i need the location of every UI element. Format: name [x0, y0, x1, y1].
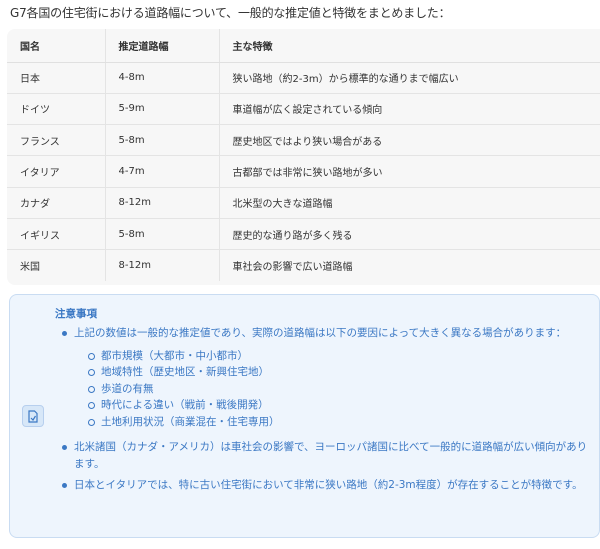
width-cell: 4-8m: [104, 62, 219, 94]
factor-item: 時代による違い（戦前・戦後開発）: [55, 397, 590, 414]
document-icon: [22, 405, 44, 427]
feature-cell: 狭い路地（約2-3m）から標準的な通りまで幅広い: [218, 62, 600, 94]
factor-item: 都市規模（大都市・中小都市）: [55, 348, 590, 365]
width-cell: 4-7m: [104, 155, 219, 188]
width-cell: 5-8m: [104, 218, 219, 251]
table-row: イギリス 5-8m 歴史的な通り路が多く残る: [7, 218, 600, 251]
feature-cell: 車社会の影響で広い道路幅: [218, 249, 600, 282]
table-row: カナダ 8-12m 北米型の大きな道路幅: [7, 187, 600, 219]
list-item: 日本とイタリアでは、特に古い住宅街において非常に狭い路地（約2-3m程度）が存在…: [55, 477, 590, 494]
column-header-features: 主な特徴: [218, 29, 600, 63]
factor-item: 地域特性（歴史地区・新興住宅地）: [55, 364, 590, 381]
table-row: ドイツ 5-9m 車道幅が広く設定されている傾向: [7, 93, 600, 126]
table-row: フランス 5-8m 歴史地区ではより狭い場合がある: [7, 124, 600, 157]
factor-list: 都市規模（大都市・中小都市） 地域特性（歴史地区・新興住宅地） 歩道の有無 時代…: [55, 348, 590, 431]
feature-cell: 車道幅が広く設定されている傾向: [218, 93, 600, 126]
country-cell: 日本: [7, 62, 105, 94]
factor-item: 土地利用状況（商業混在・住宅専用）: [55, 414, 590, 431]
width-cell: 8-12m: [104, 187, 219, 219]
width-cell: 5-9m: [104, 93, 219, 126]
list-item: 上記の数値は一般的な推定値であり、実際の道路幅は以下の要因によって大きく異なる場…: [55, 325, 590, 342]
column-header-width: 推定道路幅: [104, 29, 219, 63]
table-row: 日本 4-8m 狭い路地（約2-3m）から標準的な通りまで幅広い: [7, 62, 600, 94]
factor-item: 歩道の有無: [55, 381, 590, 398]
feature-cell: 北米型の大きな道路幅: [218, 187, 600, 219]
country-cell: カナダ: [7, 187, 105, 219]
table-row: 米国 8-12m 車社会の影響で広い道路幅: [7, 249, 600, 282]
table-row: イタリア 4-7m 古都部では非常に狭い路地が多い: [7, 155, 600, 188]
feature-cell: 歴史地区ではより狭い場合がある: [218, 124, 600, 157]
country-cell: イギリス: [7, 218, 105, 251]
list-item: 北米諸国（カナダ・アメリカ）は車社会の影響で、ヨーロッパ諸国に比べて一般的に道路…: [55, 439, 590, 472]
column-header-country: 国名: [7, 29, 105, 63]
intro-text: G7各国の住宅街における道路幅について、一般的な推定値と特徴をまとめました：: [10, 6, 451, 20]
feature-cell: 古都部では非常に狭い路地が多い: [218, 155, 600, 188]
country-cell: イタリア: [7, 155, 105, 188]
notice-body: 上記の数値は一般的な推定値であり、実際の道路幅は以下の要因によって大きく異なる場…: [55, 325, 590, 494]
width-cell: 8-12m: [104, 249, 219, 282]
feature-cell: 歴史的な通り路が多く残る: [218, 218, 600, 251]
road-width-table-container: 国名 推定道路幅 主な特徴 日本 4-8m 狭い路地（約2-3m）から標準的な通…: [7, 29, 600, 285]
notice-title: 注意事項: [55, 308, 97, 320]
road-width-table: 国名 推定道路幅 主な特徴 日本 4-8m 狭い路地（約2-3m）から標準的な通…: [7, 29, 600, 282]
country-cell: ドイツ: [7, 93, 105, 126]
country-cell: 米国: [20, 262, 40, 274]
table-header-row: 国名 推定道路幅 主な特徴: [7, 29, 600, 63]
width-cell: 5-8m: [104, 124, 219, 157]
country-cell: フランス: [7, 124, 105, 157]
notice-box: 注意事項 上記の数値は一般的な推定値であり、実際の道路幅は以下の要因によって大き…: [9, 294, 600, 538]
